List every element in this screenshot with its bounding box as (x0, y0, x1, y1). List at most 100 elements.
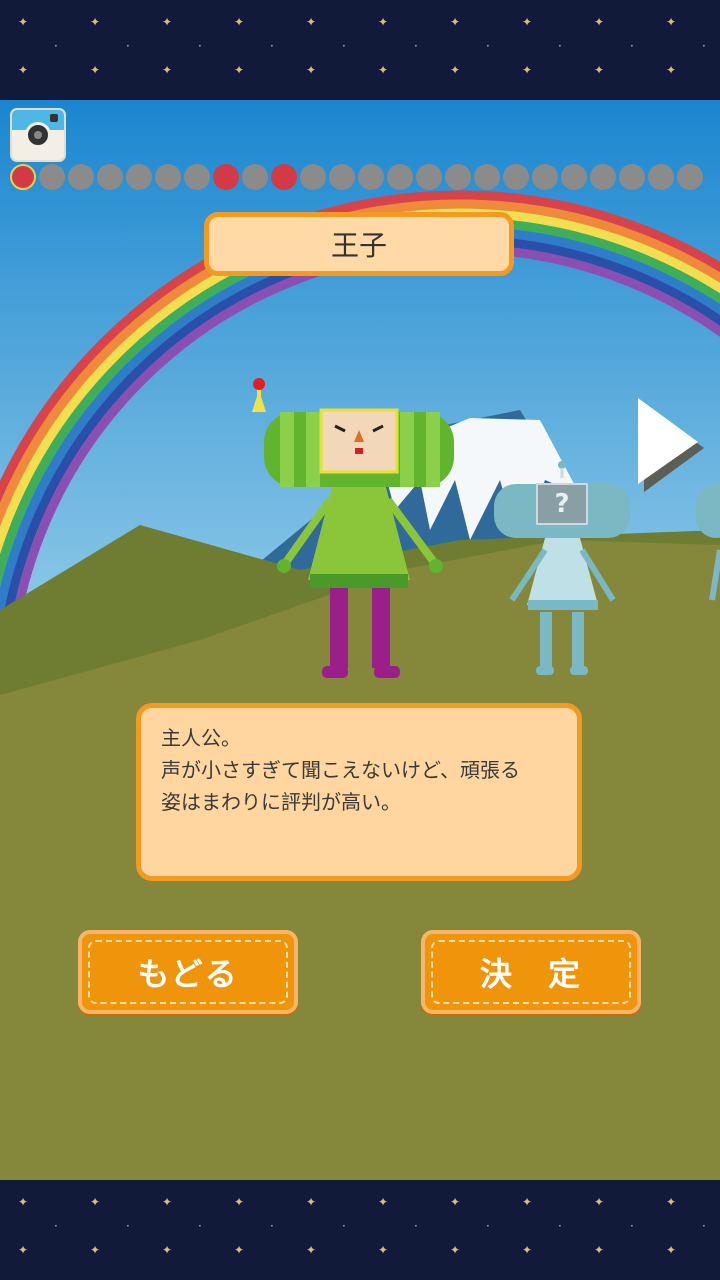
star-decoration: · (270, 39, 274, 53)
progress-dot[interactable] (358, 164, 384, 190)
star-decoration: · (486, 39, 490, 53)
star-decoration: · (414, 1219, 418, 1233)
star-decoration: ✦ (666, 15, 677, 29)
star-decoration: ✦ (18, 1195, 29, 1209)
star-decoration: ✦ (234, 63, 245, 77)
star-decoration: ✦ (522, 15, 533, 29)
star-decoration: ✦ (666, 1243, 677, 1257)
star-decoration: · (558, 39, 562, 53)
star-decoration: · (54, 1219, 58, 1233)
progress-dot[interactable] (387, 164, 413, 190)
star-decoration: ✦ (162, 1195, 173, 1209)
confirm-button[interactable]: 決 定 (421, 930, 641, 1014)
character-name-panel: 王子 (204, 212, 514, 276)
star-decoration: ✦ (162, 63, 173, 77)
star-decoration: ✦ (378, 1195, 389, 1209)
star-decoration: ✦ (90, 15, 101, 29)
star-decoration: ✦ (18, 1243, 29, 1257)
description-line: 姿はまわりに評判が高い。 (161, 790, 401, 814)
progress-dot[interactable] (532, 164, 558, 190)
progress-dot[interactable] (300, 164, 326, 190)
star-decoration: · (702, 39, 706, 53)
star-decoration: ✦ (450, 63, 461, 77)
star-decoration: ✦ (378, 1243, 389, 1257)
progress-dot[interactable] (242, 164, 268, 190)
collection-progress (10, 162, 710, 192)
description-line: 声が小さすぎて聞こえないけど、頑張る (161, 758, 520, 782)
star-decoration: ✦ (666, 63, 677, 77)
progress-dot[interactable] (155, 164, 181, 190)
description-line: 主人公。 (161, 726, 241, 750)
star-decoration: ✦ (450, 15, 461, 29)
star-decoration: ✦ (234, 1243, 245, 1257)
star-decoration: ✦ (18, 15, 29, 29)
star-decoration: · (342, 1219, 346, 1233)
camera-flash (50, 114, 58, 122)
star-decoration: · (126, 1219, 130, 1233)
character-description: 主人公。 声が小さすぎて聞こえないけど、頑張る 姿はまわりに評判が高い。 (136, 703, 582, 881)
progress-dot[interactable] (329, 164, 355, 190)
progress-dot[interactable] (184, 164, 210, 190)
star-decoration: ✦ (594, 63, 605, 77)
star-decoration: · (702, 1219, 706, 1233)
star-decoration: ✦ (90, 63, 101, 77)
star-decoration: · (414, 39, 418, 53)
progress-dot[interactable] (503, 164, 529, 190)
star-decoration: · (558, 1219, 562, 1233)
starry-bottom-bar: ✦ ✦ ✦ ✦ ✦ ✦ ✦ ✦ ✦ ✦ · · · · · · · · · · ✦ ✦ ✦ ✦ ✦ ✦ ✦ ✦ ✦ ✦ (0, 1180, 720, 1280)
progress-dot[interactable] (10, 164, 36, 190)
star-decoration: · (342, 39, 346, 53)
progress-dot[interactable] (213, 164, 239, 190)
progress-dot[interactable] (561, 164, 587, 190)
progress-dot[interactable] (97, 164, 123, 190)
star-decoration: ✦ (234, 1195, 245, 1209)
star-decoration: · (198, 1219, 202, 1233)
star-decoration: · (270, 1219, 274, 1233)
starry-top-bar: ✦ ✦ ✦ ✦ ✦ ✦ ✦ ✦ ✦ ✦ · · · · · · · · · · ✦ ✦ ✦ ✦ ✦ ✦ ✦ ✦ ✦ ✦ (0, 0, 720, 100)
star-decoration: ✦ (522, 63, 533, 77)
star-decoration: ✦ (594, 1195, 605, 1209)
progress-dot[interactable] (590, 164, 616, 190)
star-decoration: ✦ (378, 15, 389, 29)
camera-icon (25, 122, 51, 148)
star-decoration: ✦ (18, 63, 29, 77)
progress-dot[interactable] (126, 164, 152, 190)
progress-dot[interactable] (474, 164, 500, 190)
star-decoration: · (630, 39, 634, 53)
star-decoration: ✦ (450, 1243, 461, 1257)
progress-dot[interactable] (416, 164, 442, 190)
star-decoration: ✦ (666, 1195, 677, 1209)
progress-dot[interactable] (677, 164, 703, 190)
star-decoration: ✦ (162, 15, 173, 29)
star-decoration: ✦ (162, 1243, 173, 1257)
star-decoration: · (126, 39, 130, 53)
star-decoration: ✦ (450, 1195, 461, 1209)
progress-dot[interactable] (648, 164, 674, 190)
star-decoration: ✦ (522, 1243, 533, 1257)
star-decoration: · (54, 39, 58, 53)
back-button[interactable]: もどる (78, 930, 298, 1014)
locked-question-mark: ? (554, 489, 570, 519)
star-decoration: ✦ (522, 1195, 533, 1209)
progress-dot[interactable] (445, 164, 471, 190)
star-decoration: ✦ (90, 1195, 101, 1209)
star-decoration: ✦ (306, 15, 317, 29)
character-name: 王子 (330, 229, 387, 262)
star-decoration: · (630, 1219, 634, 1233)
progress-dot[interactable] (619, 164, 645, 190)
confirm-button-label: 決 定 (479, 955, 582, 993)
star-decoration: ✦ (306, 63, 317, 77)
progress-dot[interactable] (68, 164, 94, 190)
star-decoration: ✦ (90, 1243, 101, 1257)
next-character-button[interactable] (636, 398, 708, 494)
right-arrow-icon (638, 398, 704, 492)
star-decoration: · (198, 39, 202, 53)
star-decoration: ✦ (234, 15, 245, 29)
progress-dot[interactable] (39, 164, 65, 190)
star-decoration: · (486, 1219, 490, 1233)
star-decoration: ✦ (594, 1243, 605, 1257)
progress-dot[interactable] (271, 164, 297, 190)
star-decoration: ✦ (378, 63, 389, 77)
camera-button[interactable] (10, 108, 66, 162)
back-button-label: もどる (137, 955, 239, 993)
